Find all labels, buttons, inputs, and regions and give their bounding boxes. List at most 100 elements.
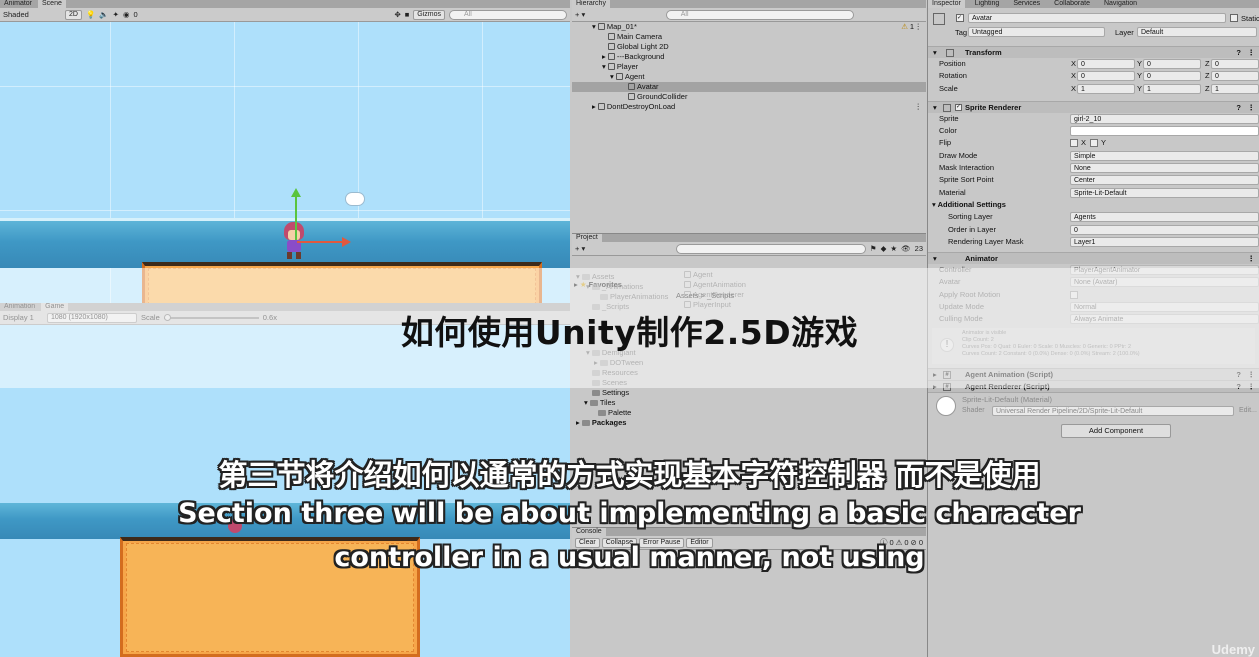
hierarchy-item[interactable]: ▾ Agent: [572, 72, 926, 82]
gameobject-icon: [615, 73, 623, 80]
asset-count: 23: [914, 244, 923, 253]
static-checkbox[interactable]: [1230, 14, 1238, 22]
flip-x-checkbox[interactable]: [1070, 139, 1078, 148]
add-component-button[interactable]: Add Component: [1061, 423, 1171, 438]
eye-icon[interactable]: 👁: [901, 244, 911, 253]
scene-toolbar: Shaded 2D 💡 🔈 ✦ ◉ 0 ✥ ■ Gizmos All: [0, 8, 570, 22]
color-swatch[interactable]: [1070, 126, 1259, 137]
y-axis-handle[interactable]: [295, 196, 297, 240]
camera-icon[interactable]: ■: [405, 10, 410, 19]
move-tool-icon[interactable]: ✥: [394, 10, 400, 19]
rotation-z[interactable]: 0: [1211, 71, 1259, 82]
folder-icon: [581, 420, 590, 426]
hierarchy-panel: Hierarchy + ▾ All ▾ Map_01* ⚠ 1 ⋮ Main C…: [572, 0, 926, 232]
order-in-layer-field[interactable]: 0: [1070, 224, 1259, 235]
hierarchy-item[interactable]: Main Camera: [572, 32, 926, 42]
packages-folder[interactable]: ▸ Packages: [572, 418, 672, 428]
effects-icon[interactable]: ✦: [113, 10, 119, 19]
scale-x[interactable]: 1: [1077, 83, 1135, 94]
animator-header[interactable]: ▾ Animator ⋮: [928, 252, 1259, 265]
gameobject-icon: [628, 93, 635, 100]
hierarchy-item-selected[interactable]: Avatar: [572, 82, 926, 92]
folder-icon: [589, 400, 598, 406]
star-filter-icon[interactable]: ★: [890, 244, 897, 253]
rotation-row: Rotation X0 Y0 Z0: [928, 70, 1259, 82]
mask-interaction-dropdown[interactable]: None: [1070, 163, 1259, 174]
flip-y-checkbox[interactable]: [1090, 139, 1098, 148]
object-name-field[interactable]: Avatar: [968, 13, 1226, 23]
edit-shader-button[interactable]: Edit...: [1239, 407, 1257, 414]
active-checkbox[interactable]: ✓: [956, 14, 964, 22]
tab-navigation[interactable]: Navigation: [1100, 0, 1141, 8]
additional-settings-foldout[interactable]: ▾ Additional Settings: [928, 199, 1259, 211]
tab-console[interactable]: Console: [572, 528, 606, 536]
unity-scene-icon: [597, 23, 605, 30]
project-folder[interactable]: Settings: [572, 388, 672, 398]
project-folder[interactable]: ▾ Tiles: [572, 398, 672, 408]
component-enabled-checkbox[interactable]: ✓: [955, 103, 962, 111]
scale-z[interactable]: 1: [1211, 83, 1259, 94]
hidden-objects-icon[interactable]: ◉: [123, 10, 130, 19]
tab-services[interactable]: Services: [1009, 0, 1044, 8]
audio-icon[interactable]: 🔈: [99, 10, 108, 19]
material-component: Sprite-Lit-Default (Material) Shader Uni…: [928, 391, 1259, 418]
scene-root-row[interactable]: ▾ Map_01* ⚠ 1 ⋮: [572, 22, 926, 32]
project-search-input[interactable]: [675, 243, 866, 254]
scale-y[interactable]: 1: [1143, 83, 1201, 94]
position-z[interactable]: 0: [1211, 59, 1259, 69]
hierarchy-search-input[interactable]: All: [665, 9, 854, 20]
sort-point-dropdown[interactable]: Center: [1070, 175, 1259, 186]
hierarchy-item[interactable]: GroundCollider: [572, 92, 926, 102]
position-y[interactable]: 0: [1143, 59, 1201, 69]
shading-dropdown[interactable]: Shaded: [3, 10, 61, 19]
hierarchy-item[interactable]: ▸ ---Background: [572, 52, 926, 62]
tab-hierarchy[interactable]: Hierarchy: [572, 0, 610, 8]
tag-dropdown[interactable]: Untagged: [968, 27, 1105, 37]
transform-icon: [946, 49, 954, 57]
x-axis-handle[interactable]: [297, 241, 343, 243]
scale-row: Scale X1 Y1 Z1: [928, 83, 1259, 95]
scene-tabbar: Animator Scene: [0, 0, 570, 8]
tab-project[interactable]: Project: [572, 234, 602, 242]
tab-lighting[interactable]: Lighting: [971, 0, 1004, 8]
dontdestroy-row[interactable]: ▸ DontDestroyOnLoad ⋮: [572, 102, 926, 112]
layer-dropdown[interactable]: Default: [1137, 27, 1257, 37]
scene-view[interactable]: Animator Scene Shaded 2D 💡 🔈 ✦ ◉ 0 ✥ ■ G…: [0, 0, 570, 303]
unity-scene-icon: [597, 103, 605, 110]
tab-scene[interactable]: Scene: [38, 0, 66, 8]
more-icon[interactable]: ⋮: [915, 22, 923, 32]
project-folder[interactable]: Palette: [572, 408, 672, 418]
gameobject-icon: [607, 63, 615, 70]
gameobject-icon: [607, 53, 615, 60]
mode-2d-toggle[interactable]: 2D: [65, 9, 82, 20]
create-button[interactable]: + ▾: [575, 10, 585, 19]
tab-inspector[interactable]: Inspector: [928, 0, 965, 8]
transform-header[interactable]: ▾ Transform ? ⋮: [928, 46, 1259, 58]
position-row: Position X0 Y0 Z0: [928, 58, 1259, 70]
filter-icon[interactable]: ⚑: [870, 244, 877, 253]
draw-mode-dropdown[interactable]: Simple: [1070, 150, 1259, 161]
hierarchy-item[interactable]: Global Light 2D: [572, 42, 926, 52]
sprite-field[interactable]: girl-2_10: [1070, 113, 1259, 124]
create-button[interactable]: + ▾: [575, 244, 585, 253]
gameobject-icon: [608, 43, 615, 50]
folder-icon: [598, 410, 606, 416]
rendering-layer-mask-dropdown[interactable]: Layer1: [1070, 236, 1259, 247]
gizmos-dropdown[interactable]: Gizmos: [413, 9, 445, 20]
material-field[interactable]: Sprite-Lit-Default: [1070, 187, 1259, 198]
tab-animator[interactable]: Animator: [0, 0, 36, 8]
tab-collaborate[interactable]: Collaborate: [1050, 0, 1094, 8]
sorting-layer-dropdown[interactable]: Agents: [1070, 212, 1259, 223]
rotation-y[interactable]: 0: [1143, 71, 1201, 82]
hierarchy-item[interactable]: ▾ Player: [572, 62, 926, 72]
lighting-icon[interactable]: 💡: [86, 10, 95, 19]
label-icon[interactable]: ◆: [881, 244, 887, 253]
position-x[interactable]: 0: [1077, 59, 1135, 69]
rotation-x[interactable]: 0: [1077, 71, 1135, 82]
gameobject-icon: [628, 83, 635, 90]
video-title: 如何使用Unity制作2.5D游戏: [400, 313, 859, 352]
more-icon[interactable]: ⋮: [915, 102, 923, 112]
shader-dropdown[interactable]: Universal Render Pipeline/2D/Sprite-Lit-…: [992, 405, 1234, 416]
scene-search-input[interactable]: All: [449, 9, 567, 20]
sprite-renderer-header[interactable]: ▾ ✓ Sprite Renderer ? ⋮: [928, 100, 1259, 113]
